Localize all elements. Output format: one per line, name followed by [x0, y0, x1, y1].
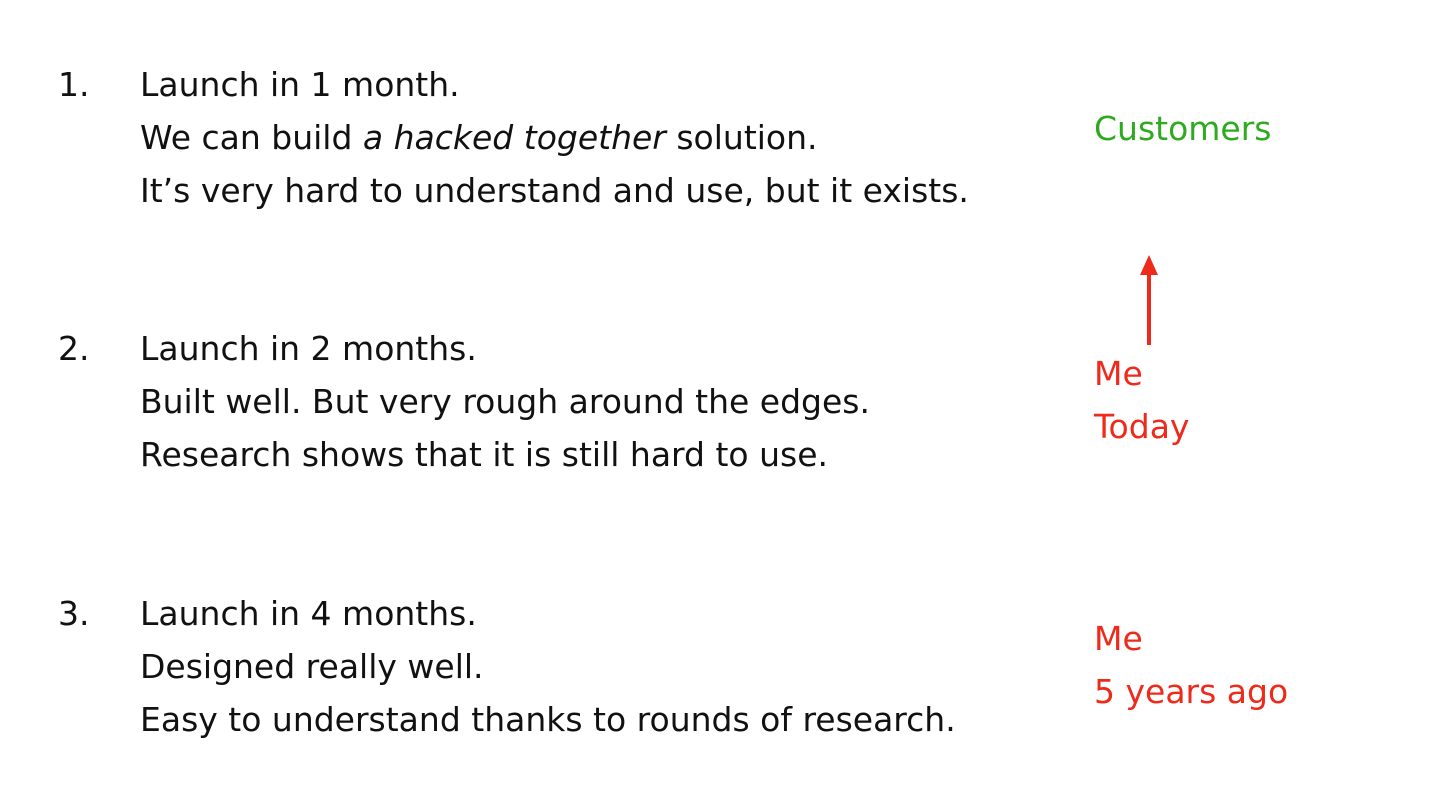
- option-line-3: It’s very hard to understand and use, bu…: [140, 171, 969, 210]
- option-line-3: Easy to understand thanks to rounds of r…: [140, 700, 956, 739]
- option-line-1: Launch in 1 month.: [140, 65, 460, 104]
- me-today-line-1: Me: [1094, 354, 1143, 393]
- option-line-2: Built well. But very rough around the ed…: [140, 382, 870, 421]
- me-today-label: Me Today: [1094, 347, 1189, 453]
- me-today-line-2: Today: [1094, 407, 1190, 446]
- option-line-2-emphasis: a hacked together: [362, 118, 666, 157]
- slide: 1. Launch in 1 month. We can build a hac…: [0, 0, 1450, 800]
- me-past-line-1: Me: [1094, 619, 1143, 658]
- option-lines: Launch in 1 month. We can build a hacked…: [140, 58, 1040, 217]
- option-line-1: Launch in 4 months.: [140, 594, 477, 633]
- option-lines: Launch in 4 months. Designed really well…: [140, 587, 1040, 746]
- option-line-2: Designed really well.: [140, 647, 484, 686]
- option-number: 3.: [58, 594, 90, 633]
- customers-label: Customers: [1094, 109, 1272, 148]
- me-past-label: Me 5 years ago: [1094, 612, 1288, 718]
- option-lines: Launch in 2 months. Built well. But very…: [140, 322, 1040, 481]
- option-number: 1.: [58, 65, 90, 104]
- option-line-2: We can build a hacked together solution.: [140, 111, 1040, 164]
- option-number: 2.: [58, 329, 90, 368]
- arrow-up-icon: [1140, 255, 1158, 345]
- me-past-line-2: 5 years ago: [1094, 672, 1289, 711]
- option-line-2-before: We can build: [140, 118, 363, 157]
- option-line-1: Launch in 2 months.: [140, 329, 477, 368]
- option-line-2-after: solution.: [665, 118, 818, 157]
- option-line-3: Research shows that it is still hard to …: [140, 435, 828, 474]
